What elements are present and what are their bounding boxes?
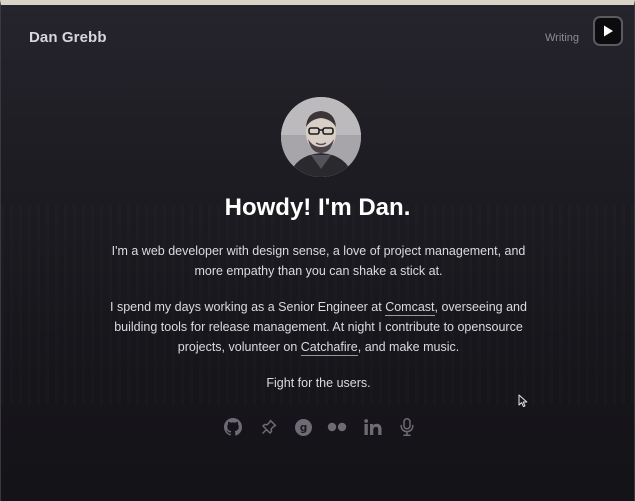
intro-paragraph: I'm a web developer with design sense, a… — [111, 244, 526, 278]
avatar — [281, 97, 361, 177]
mouse-cursor-icon — [518, 394, 528, 408]
avatar-photo — [281, 97, 361, 177]
linkedin-icon — [364, 419, 382, 435]
svg-text:g: g — [299, 421, 307, 434]
linkedin-link[interactable] — [363, 415, 383, 439]
site-brand-link[interactable]: Dan Grebb — [29, 29, 107, 46]
social-links: g — [223, 415, 423, 439]
nav-link-writing[interactable]: Writing — [545, 32, 579, 44]
pin-icon — [261, 419, 277, 435]
bio-paragraph: I spend my days working as a Senior Engi… — [101, 297, 536, 357]
bio-text-1: I spend my days working as a Senior Engi… — [110, 300, 386, 314]
bio-text-3: , and make music. — [357, 340, 460, 354]
flickr-icon — [327, 422, 347, 432]
github-icon — [224, 418, 242, 436]
catchafire-link[interactable]: Catchafire — [300, 340, 358, 356]
microphone-icon — [400, 418, 414, 436]
github-link[interactable] — [223, 415, 243, 439]
tagline: Fight for the users. — [266, 376, 371, 390]
page-title: Howdy! I'm Dan. — [224, 194, 411, 221]
goodreads-link[interactable]: g — [293, 415, 313, 439]
goodreads-icon: g — [294, 418, 312, 436]
podcast-link[interactable] — [397, 415, 417, 439]
pinboard-link[interactable] — [259, 415, 279, 439]
flickr-link[interactable] — [327, 415, 347, 439]
play-icon — [604, 25, 613, 37]
comcast-link[interactable]: Comcast — [385, 300, 435, 316]
play-button[interactable] — [593, 16, 623, 46]
